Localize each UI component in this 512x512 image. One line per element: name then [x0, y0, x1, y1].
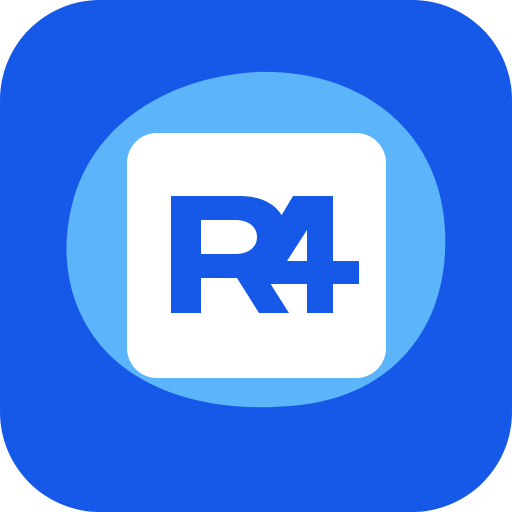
r4-logo-icon [171, 196, 359, 313]
canvas [0, 0, 512, 512]
logo-tile [127, 133, 386, 378]
app-icon[interactable] [0, 0, 512, 512]
